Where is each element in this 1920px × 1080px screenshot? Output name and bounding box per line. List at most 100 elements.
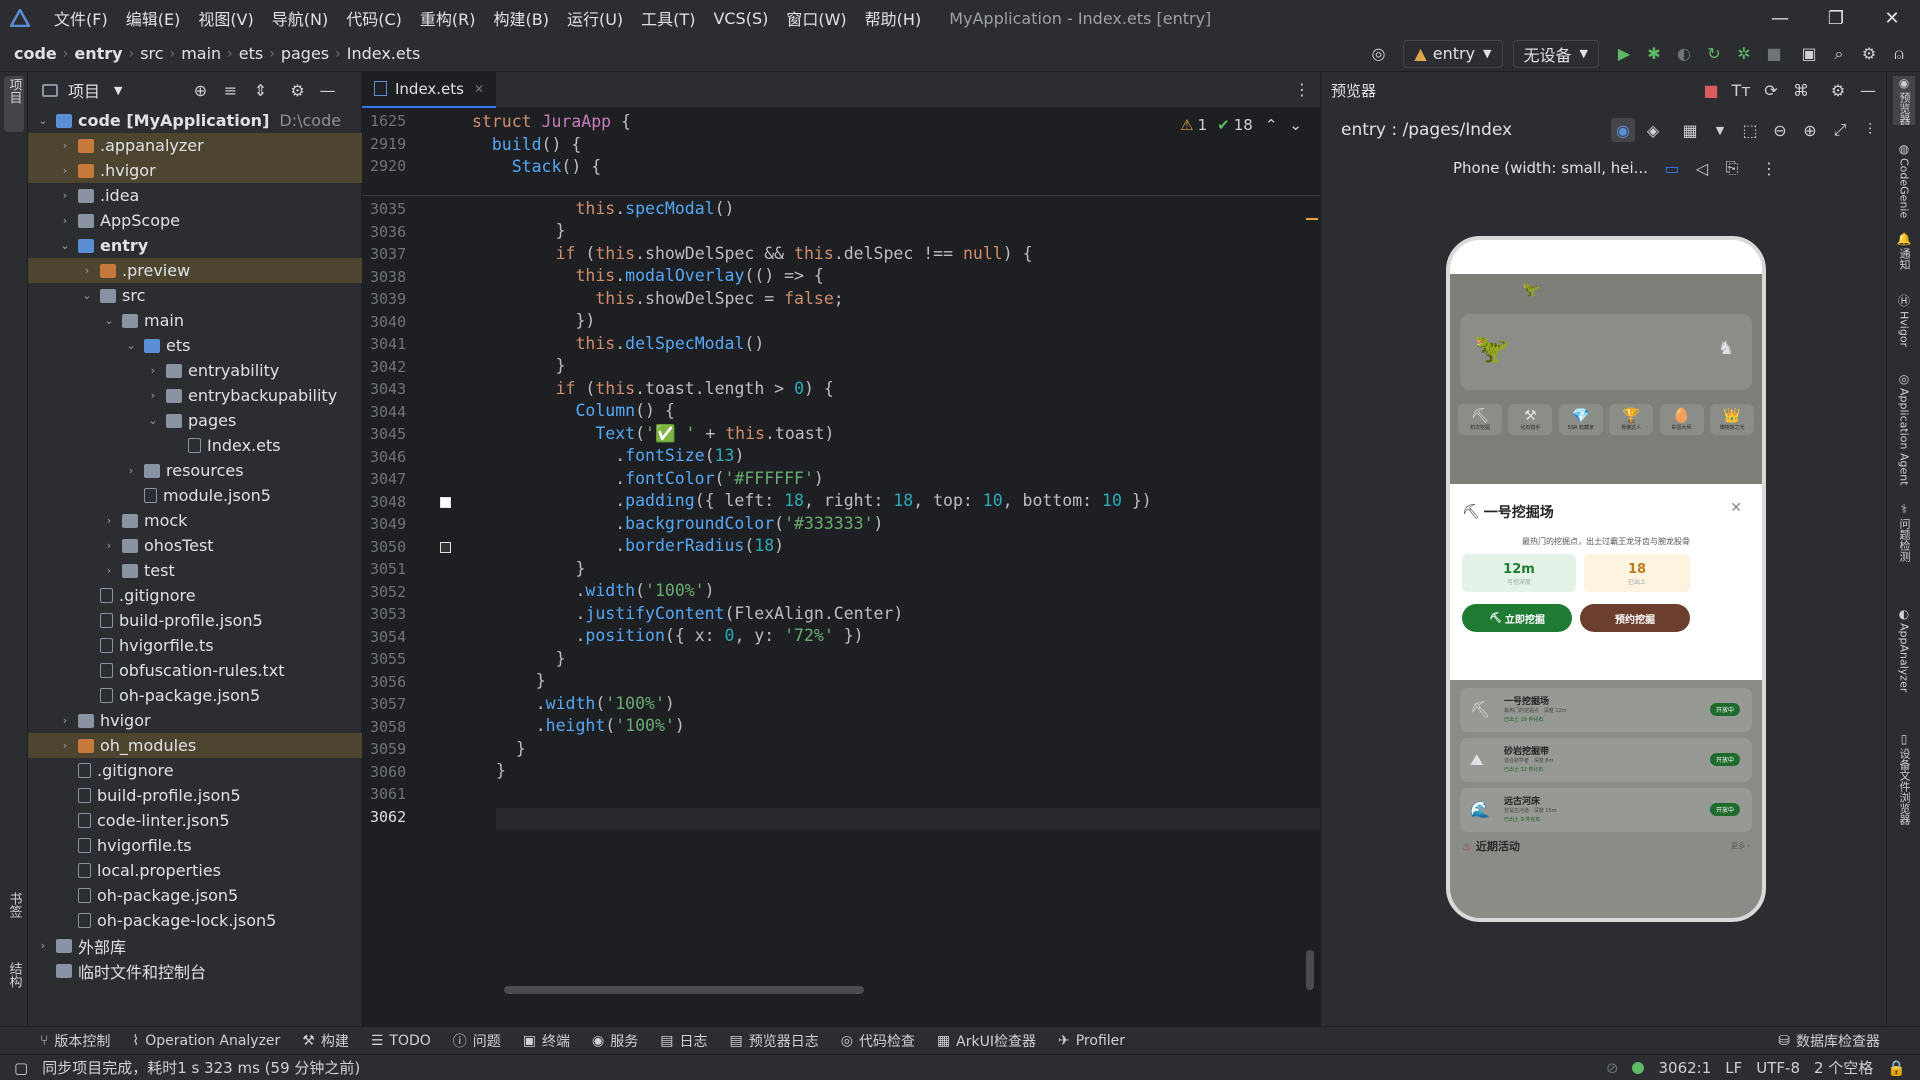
tree-item[interactable]: hvigorfile.ts — [28, 833, 362, 858]
menu-item[interactable]: 工具(T) — [641, 6, 695, 30]
account-icon[interactable]: ⍝ — [1887, 42, 1911, 66]
project-panel-title[interactable]: 项目 — [68, 78, 100, 102]
tree-item[interactable]: › entrybackupability — [28, 383, 362, 408]
chevron-right-icon[interactable]: › — [124, 464, 138, 477]
tree-item[interactable]: › .preview — [28, 258, 362, 283]
editor-vertical-scrollbar[interactable] — [1306, 950, 1314, 990]
tree-item[interactable]: › .hvigor — [28, 158, 362, 183]
bottom-tool-button[interactable]: ☰ TODO — [371, 1033, 431, 1049]
run-icon[interactable]: ▶ — [1612, 42, 1636, 66]
tree-item[interactable]: build-profile.json5 — [28, 783, 362, 808]
tree-item[interactable]: hvigorfile.ts — [28, 633, 362, 658]
chevron-right-icon[interactable]: › — [80, 264, 94, 277]
tree-item[interactable]: ⌄ pages — [28, 408, 362, 433]
bottom-tool-button[interactable]: ⓘ 问题 — [453, 1031, 501, 1051]
bottom-tool-button[interactable]: ⌇ Operation Analyzer — [132, 1033, 280, 1049]
tree-item[interactable]: › resources — [28, 458, 362, 483]
chevron-right-icon[interactable]: › — [36, 939, 50, 952]
more-options-icon[interactable]: ⋮ — [1757, 156, 1781, 180]
chevron-right-icon[interactable]: › — [146, 364, 160, 377]
inspector-icon[interactable]: ⌘ — [1789, 78, 1813, 102]
stop-preview-icon[interactable]: ■ — [1699, 78, 1723, 102]
achievement-item[interactable]: ⚒ 化石猎手 — [1508, 404, 1553, 435]
tree-item[interactable]: code-linter.json5 — [28, 808, 362, 833]
right-tool-button[interactable]: ▯ 设备文件浏览器 — [1893, 732, 1915, 825]
tree-item[interactable]: › test — [28, 558, 362, 583]
tree-item[interactable]: › AppScope — [28, 208, 362, 233]
chevron-right-icon[interactable]: › — [102, 539, 116, 552]
chevron-right-icon[interactable]: › — [58, 189, 72, 202]
hide-panel-icon[interactable]: — — [315, 78, 339, 102]
refresh-icon[interactable]: ⟳ — [1759, 78, 1783, 102]
code-area[interactable]: }) this.specModal() } if (this.showDelSp… — [496, 108, 1320, 1026]
chevron-right-icon[interactable]: › — [146, 389, 160, 402]
achievement-item[interactable]: 🏆 骨骼达人 — [1609, 404, 1654, 435]
bottom-tool-button[interactable]: ⑂ 版本控制 — [40, 1031, 110, 1051]
more-tabs-icon[interactable]: ⋮ — [1294, 80, 1310, 99]
tree-item[interactable]: ⌄ src — [28, 283, 362, 308]
chevron-down-icon[interactable]: ⌄ — [102, 314, 116, 327]
status-panel-icon[interactable]: ▢ — [14, 1059, 28, 1077]
warning-stripe-marker[interactable] — [1306, 218, 1318, 220]
color-swatch-icon[interactable] — [440, 541, 451, 553]
right-tool-button[interactable]: ◉ 预览器 — [1893, 76, 1915, 125]
debug-icon[interactable]: ✱ — [1642, 42, 1666, 66]
editor-horizontal-scrollbar[interactable] — [504, 986, 864, 994]
maximize-button[interactable]: ❐ — [1808, 0, 1864, 36]
tree-item[interactable]: local.properties — [28, 858, 362, 883]
indent-setting[interactable]: 2 个空格 — [1814, 1057, 1873, 1078]
chevron-down-icon[interactable]: ⌄ — [146, 414, 160, 427]
tree-item[interactable]: › 外部库 — [28, 933, 362, 958]
collapse-all-icon[interactable]: ⇕ — [248, 78, 272, 102]
apply-changes-icon[interactable]: ↻ — [1702, 42, 1726, 66]
target-icon[interactable]: ◎ — [1366, 42, 1390, 66]
back-icon[interactable]: ◁ — [1690, 156, 1714, 180]
chevron-down-icon[interactable]: ⌄ — [58, 239, 72, 252]
rotate-icon[interactable]: ⎘ — [1720, 156, 1744, 180]
chevron-right-icon[interactable]: › — [58, 714, 72, 727]
editor-tab-index[interactable]: Index.ets ✕ — [362, 71, 497, 108]
chevron-right-icon[interactable]: › — [102, 564, 116, 577]
right-tool-button[interactable]: ◍ CodeGenie — [1893, 142, 1915, 218]
chevron-down-icon[interactable]: ⌄ — [124, 339, 138, 352]
tree-item[interactable]: › hvigor — [28, 708, 362, 733]
site-card[interactable]: ⛰ 砂岩挖掘带 适合初学者 · 深度 8m 已出土 12 件化石 开放中 — [1460, 738, 1752, 782]
menu-item[interactable]: 运行(U) — [567, 6, 623, 30]
tree-item[interactable]: › entryability — [28, 358, 362, 383]
component-mode-icon[interactable]: ◉ — [1611, 118, 1635, 142]
chevron-right-icon[interactable]: › — [58, 739, 72, 752]
chevron-right-icon[interactable]: › — [58, 164, 72, 177]
project-tool-button[interactable]: 项目 — [4, 76, 24, 132]
chevron-right-icon[interactable]: › — [58, 139, 72, 152]
structure-tool-button[interactable]: 结构 — [4, 962, 24, 1018]
chevron-down-icon[interactable]: ▼ — [1708, 118, 1732, 142]
breadcrumb-item[interactable]: main — [181, 44, 221, 63]
tree-item[interactable]: oh-package.json5 — [28, 883, 362, 908]
fit-screen-icon[interactable]: ⬚ — [1738, 118, 1762, 142]
bottom-tool-button[interactable]: ✈ Profiler — [1058, 1033, 1125, 1049]
breadcrumb-item[interactable]: code — [14, 44, 57, 63]
ruler-icon[interactable]: ⫶ — [1858, 118, 1882, 142]
menu-item[interactable]: 帮助(H) — [865, 6, 922, 30]
database-inspector-button[interactable]: ⛁ 数据库检查器 — [1778, 1031, 1880, 1051]
preview-settings-icon[interactable]: ⚙ — [1826, 78, 1850, 102]
tree-item[interactable]: module.json5 — [28, 483, 362, 508]
achievement-item[interactable]: 👑 博物馆之光 — [1709, 404, 1754, 435]
attach-debugger-icon[interactable]: ✲ — [1732, 42, 1756, 66]
bottom-tool-button[interactable]: ⚒ 构建 — [302, 1031, 349, 1051]
stop-icon[interactable]: ■ — [1762, 42, 1786, 66]
tree-item[interactable]: build-profile.json5 — [28, 608, 362, 633]
cursor-position[interactable]: 3062:1 — [1658, 1059, 1711, 1077]
achievement-item[interactable]: 💎 SSR 收藏家 — [1558, 404, 1603, 435]
device-frame-icon[interactable]: ▭ — [1660, 156, 1684, 180]
device-selector[interactable]: 无设备 ▼ — [1512, 39, 1599, 68]
site-card[interactable]: 🌊 远古河床 曾是古河道 · 深度 15m 已出土 9 件化石 开放中 — [1460, 788, 1752, 832]
bottom-tool-button[interactable]: ◉ 服务 — [592, 1031, 638, 1051]
bottom-tool-button[interactable]: ▤ 预览器日志 — [729, 1031, 818, 1051]
recent-more-link[interactable]: 更多 › — [1731, 841, 1750, 851]
achievement-item[interactable]: 🥚 彩蛋大师 — [1659, 404, 1704, 435]
tree-item[interactable]: › mock — [28, 508, 362, 533]
tree-item[interactable]: 临时文件和控制台 — [28, 958, 362, 983]
previous-highlight-icon[interactable]: ⌃ — [1265, 116, 1278, 134]
layers-icon[interactable]: ◈ — [1641, 118, 1665, 142]
